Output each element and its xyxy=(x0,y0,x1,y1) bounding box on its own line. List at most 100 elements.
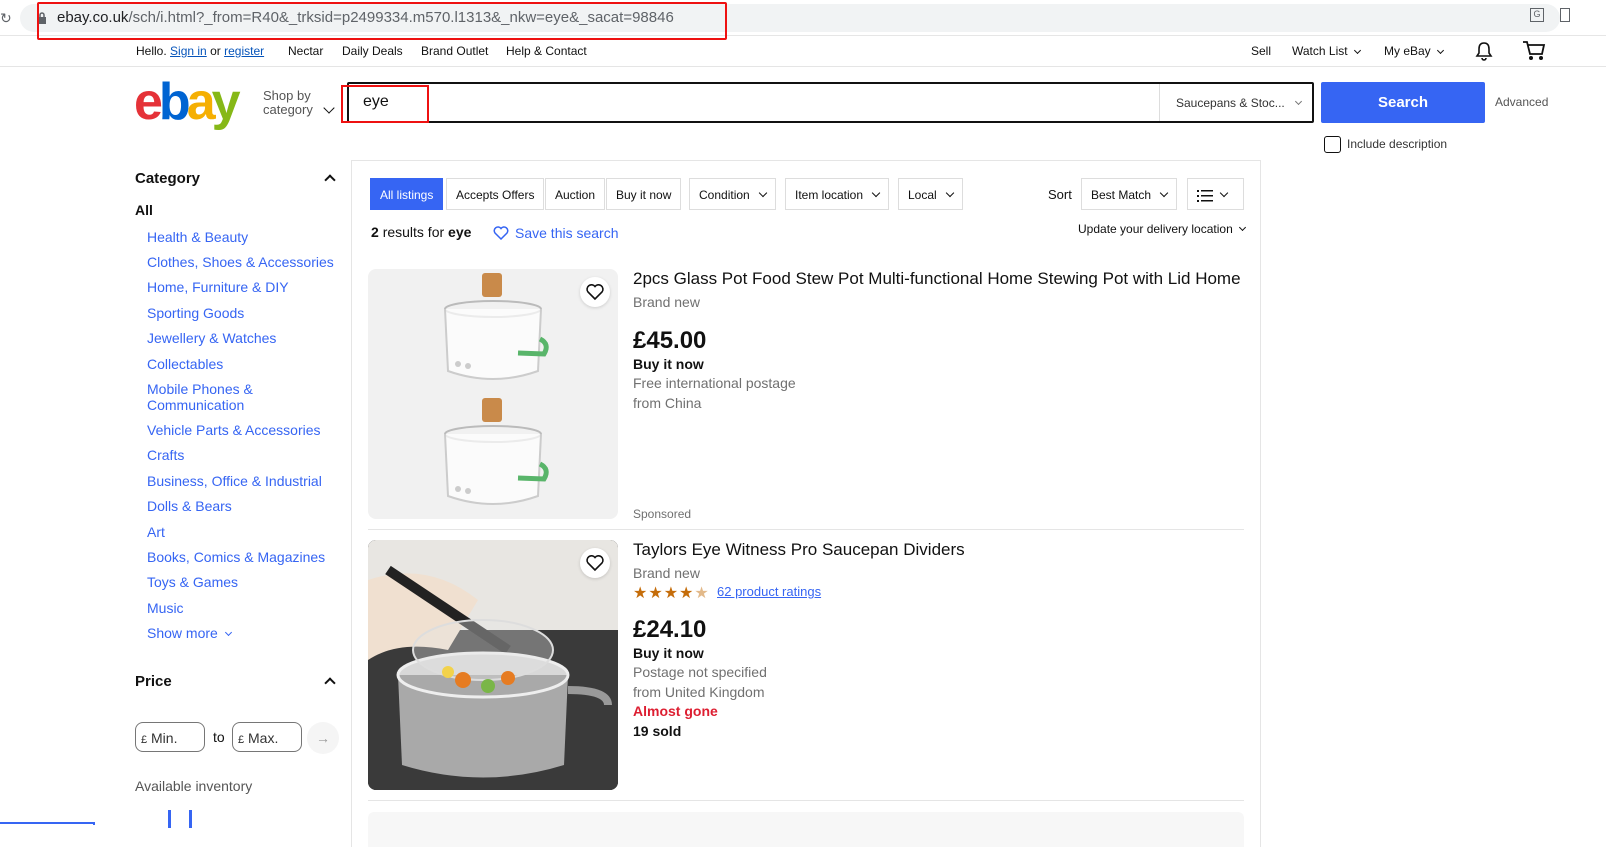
category-link[interactable]: Health & Beauty xyxy=(147,229,248,245)
category-link-continued[interactable]: Communication xyxy=(147,397,244,413)
update-delivery-location[interactable]: Update your delivery location xyxy=(1078,222,1247,236)
category-select[interactable]: Saucepans & Stoc... xyxy=(1159,84,1314,121)
chip-all-listings[interactable]: All listings xyxy=(370,178,444,210)
item-title-link[interactable]: Taylors Eye Witness Pro Saucepan Divider… xyxy=(633,540,965,560)
item-location: from China xyxy=(633,395,702,411)
item-title-link[interactable]: 2pcs Glass Pot Food Stew Pot Multi-funct… xyxy=(633,269,1241,289)
update-location-label: Update your delivery location xyxy=(1078,222,1233,236)
chevron-down-icon xyxy=(1436,46,1445,55)
filter-condition[interactable]: Condition xyxy=(689,178,776,210)
hello-text: Hello. xyxy=(136,44,167,58)
star-rating: ★★★★★ xyxy=(633,583,710,603)
or-text: or xyxy=(210,44,221,58)
star-icon: ★ xyxy=(648,585,664,602)
show-more-link[interactable]: Show more xyxy=(147,625,232,641)
price-submit-arrow-icon[interactable]: → xyxy=(307,722,339,754)
category-link[interactable]: Dolls & Bears xyxy=(147,498,232,514)
reload-icon[interactable]: ↻ xyxy=(0,10,12,27)
item-price: £45.00 xyxy=(633,327,707,354)
category-link[interactable]: Clothes, Shoes & Accessories xyxy=(147,254,334,270)
star-icon: ★ xyxy=(679,585,695,602)
nav-link-brand-outlet[interactable]: Brand Outlet xyxy=(421,44,488,58)
nav-link-help-contact[interactable]: Help & Contact xyxy=(506,44,587,58)
header-divider xyxy=(0,66,1606,67)
product-ratings-link[interactable]: 62 product ratings xyxy=(717,584,821,599)
my-ebay-menu[interactable]: My eBay xyxy=(1384,44,1445,58)
watch-list-menu[interactable]: Watch List xyxy=(1292,44,1361,58)
show-more-label: Show more xyxy=(147,625,218,641)
category-link[interactable]: Mobile Phones & xyxy=(147,381,253,397)
chip-accepts-offers[interactable]: Accepts Offers xyxy=(446,178,545,210)
include-description-checkbox[interactable] xyxy=(1324,136,1341,153)
register-link[interactable]: register xyxy=(224,44,264,58)
shop-by-category-button[interactable]: Shop by category xyxy=(263,89,313,117)
chevron-up-icon[interactable] xyxy=(324,677,336,689)
star-half-icon: ★ xyxy=(694,585,710,602)
filter-condition-label: Condition xyxy=(699,188,750,202)
category-link[interactable]: Jewellery & Watches xyxy=(147,330,276,346)
category-link[interactable]: Art xyxy=(147,524,165,540)
price-min-input[interactable]: £ Min. xyxy=(135,722,205,752)
watch-item-button[interactable] xyxy=(580,548,610,578)
watch-item-button[interactable] xyxy=(580,277,610,307)
item-postage: Free international postage xyxy=(633,375,796,391)
nav-link-daily-deals[interactable]: Daily Deals xyxy=(342,44,403,58)
view-toggle[interactable] xyxy=(1187,178,1244,210)
max-placeholder: Max. xyxy=(248,730,279,746)
item-format: Buy it now xyxy=(633,645,704,661)
logo-letter-y: y xyxy=(211,73,241,131)
item-price: £24.10 xyxy=(633,616,707,643)
include-description-label: Include description xyxy=(1347,137,1448,151)
results-count: 2 results for eye xyxy=(371,224,471,240)
category-link[interactable]: Collectables xyxy=(147,356,223,372)
category-all: All xyxy=(135,202,153,218)
category-link[interactable]: Books, Comics & Magazines xyxy=(147,549,325,565)
heart-icon xyxy=(586,284,604,301)
sign-in-link[interactable]: Sign in xyxy=(170,44,207,58)
results-count-number: 2 xyxy=(371,224,379,240)
price-max-input[interactable]: £ Max. xyxy=(232,722,302,752)
sell-link[interactable]: Sell xyxy=(1251,44,1271,58)
filter-local[interactable]: Local xyxy=(898,178,963,210)
inventory-bar-icon xyxy=(189,810,192,828)
heart-icon xyxy=(586,555,604,572)
my-ebay-label: My eBay xyxy=(1384,44,1431,58)
item-postage: Postage not specified xyxy=(633,664,767,680)
sponsored-label: Sponsored xyxy=(633,507,692,521)
star-icon: ★ xyxy=(663,585,680,602)
url-annotation-box xyxy=(37,2,727,40)
chevron-down-icon xyxy=(1353,46,1361,55)
filter-item-location[interactable]: Item location xyxy=(785,178,890,210)
share-icon[interactable] xyxy=(1560,8,1570,22)
bell-icon[interactable] xyxy=(1474,41,1494,61)
chevron-down-icon xyxy=(1239,223,1247,232)
logo-letter-e: e xyxy=(134,73,163,131)
save-search-label: Save this search xyxy=(515,225,619,241)
cart-icon[interactable] xyxy=(1522,40,1546,62)
advanced-search-link[interactable]: Advanced xyxy=(1495,95,1548,109)
translate-icon[interactable]: G xyxy=(1530,8,1544,22)
category-link[interactable]: Home, Furniture & DIY xyxy=(147,279,289,295)
chevron-down-icon xyxy=(945,188,954,198)
chip-auction[interactable]: Auction xyxy=(545,178,606,210)
item-divider xyxy=(368,529,1244,530)
item-divider xyxy=(368,800,1244,801)
item-location: from United Kingdom xyxy=(633,684,765,700)
sort-select[interactable]: Best Match xyxy=(1081,178,1178,210)
floating-tab[interactable] xyxy=(0,822,95,825)
category-link[interactable]: Crafts xyxy=(147,447,184,463)
chevron-up-icon[interactable] xyxy=(324,174,336,186)
category-link[interactable]: Business, Office & Industrial xyxy=(147,473,322,489)
shop-by-line1: Shop by xyxy=(263,88,311,103)
chevron-down-icon xyxy=(1159,188,1169,198)
chip-buy-it-now[interactable]: Buy it now xyxy=(606,178,682,210)
save-search-button[interactable]: Save this search xyxy=(493,225,619,241)
category-link[interactable]: Music xyxy=(147,600,184,616)
category-link[interactable]: Toys & Games xyxy=(147,574,238,590)
nav-link-nectar[interactable]: Nectar xyxy=(288,44,323,58)
search-button[interactable]: Search xyxy=(1321,82,1485,123)
ebay-logo[interactable]: ebay xyxy=(134,72,241,132)
results-for-text: results for xyxy=(382,224,445,240)
category-link[interactable]: Vehicle Parts & Accessories xyxy=(147,422,321,438)
category-link[interactable]: Sporting Goods xyxy=(147,305,244,321)
